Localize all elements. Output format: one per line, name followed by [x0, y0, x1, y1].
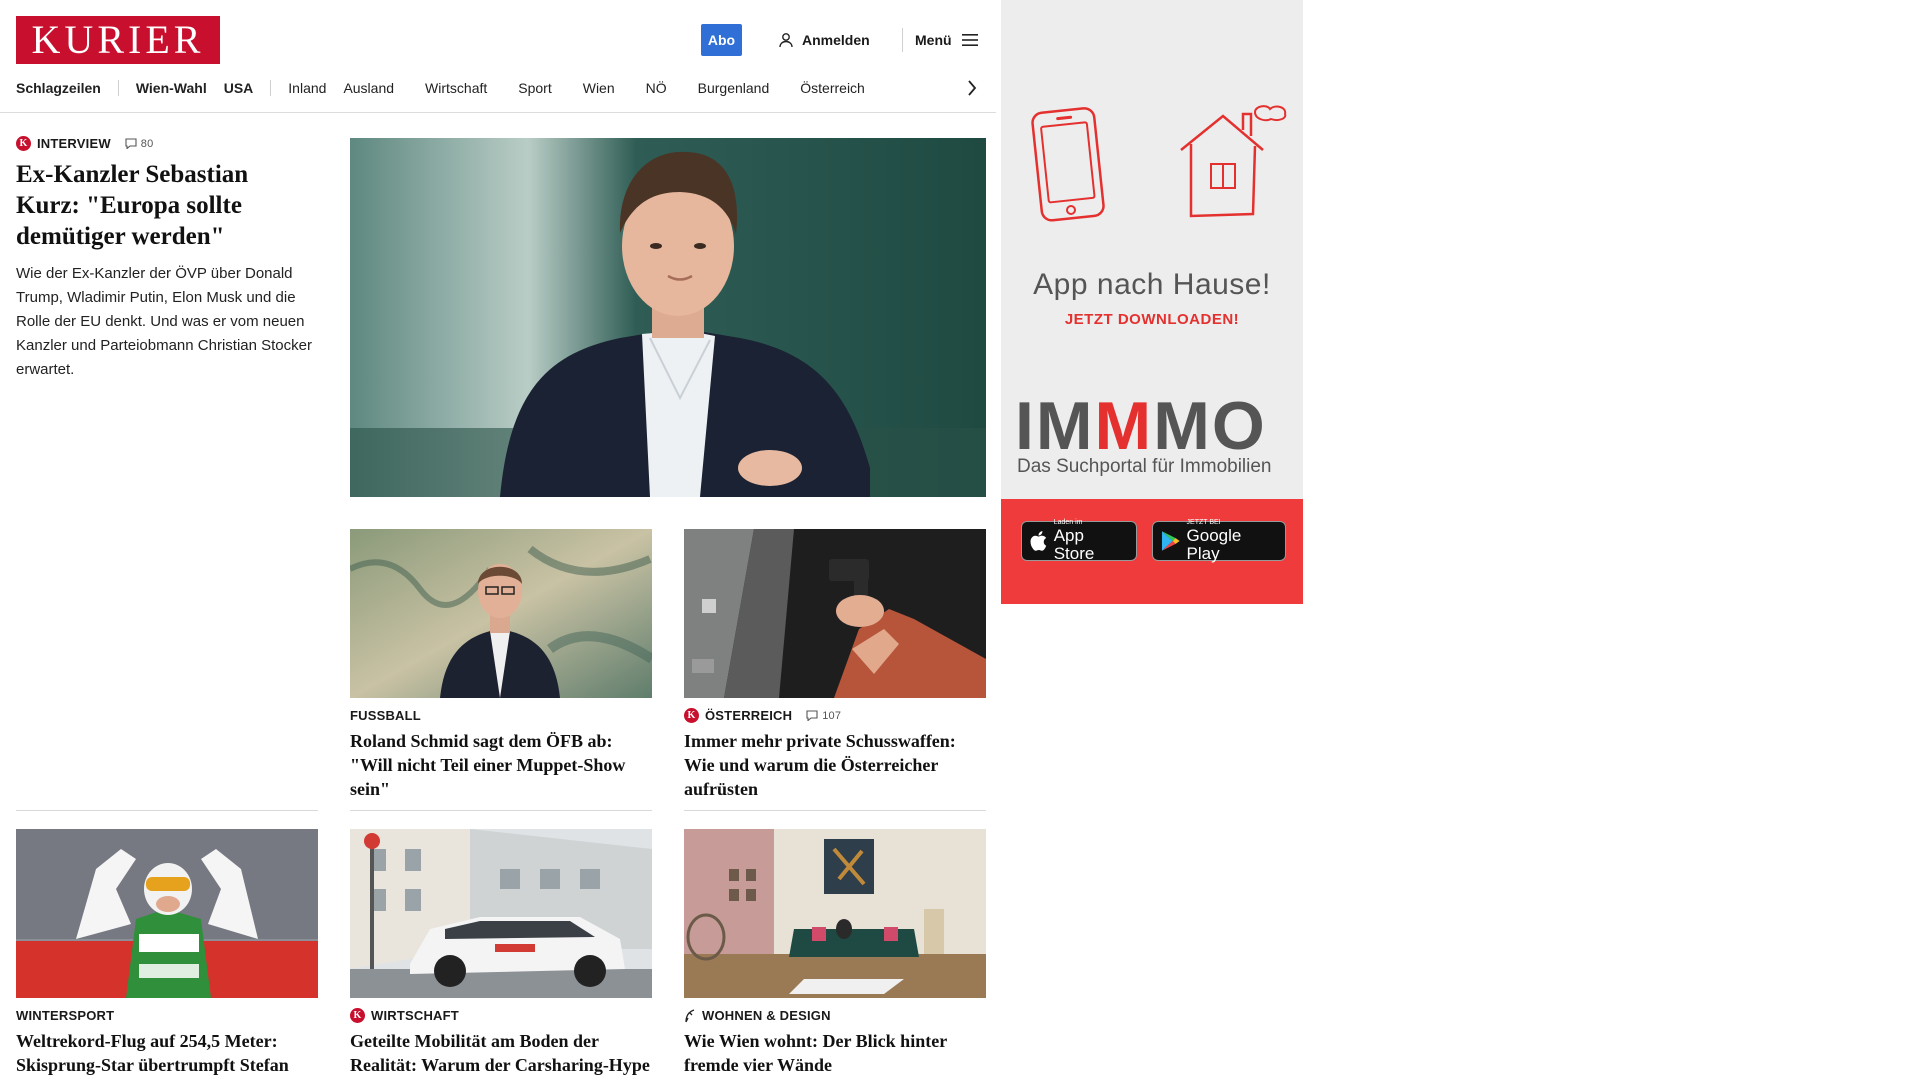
smartphone-icon — [1031, 107, 1105, 222]
site-header: KURIER Abo Anmelden Menü Schlagzeilen Wi… — [0, 0, 996, 113]
ad-title: App nach Hause! — [1033, 268, 1271, 301]
article-headline[interactable]: Geteilte Mobilität am Boden der Realität… — [350, 1029, 652, 1080]
nav-item-burgenland[interactable]: Burgenland — [698, 80, 801, 96]
header-divider — [902, 28, 903, 52]
article-kicker: K WIRTSCHAFT — [350, 1008, 652, 1023]
nav-item-ausland[interactable]: Ausland — [343, 80, 425, 96]
lead-teaser: Wie der Ex-Kanzler der ÖVP über Donald T… — [16, 265, 312, 378]
immmo-logo-accent: M — [1094, 388, 1154, 464]
article-kicker-label: WINTERSPORT — [16, 1008, 115, 1023]
article-kicker-label: WIRTSCHAFT — [371, 1008, 459, 1023]
article-headline[interactable]: Weltrekord-Flug auf 254,5 Meter: Skispru… — [16, 1029, 318, 1080]
article-kicker: WOHNEN & DESIGN — [684, 1008, 986, 1023]
store-badges-band: Laden im App Store JETZT BEI Google Play — [1001, 499, 1303, 604]
portrait-photo — [350, 529, 652, 698]
lead-photo[interactable] — [350, 138, 986, 497]
divider — [16, 810, 318, 811]
kurier-plus-icon: K — [350, 1008, 365, 1023]
lead-kicker-label: INTERVIEW — [37, 136, 111, 151]
nav-item-sport[interactable]: Sport — [518, 80, 582, 96]
apple-icon — [1030, 531, 1047, 551]
article-image[interactable] — [684, 529, 986, 698]
kurier-plus-icon: K — [16, 136, 31, 151]
lead-headline[interactable]: Ex-Kanzler Sebastian Kurz: "Europa sollt… — [16, 159, 318, 252]
article-card[interactable]: K WIRTSCHAFT Geteilte Mobilität am Boden… — [350, 829, 652, 1080]
comment-icon — [125, 138, 137, 149]
kurier-logo[interactable]: KURIER — [16, 16, 220, 64]
chevron-right-icon — [968, 80, 977, 96]
login-button[interactable]: Anmelden — [778, 28, 870, 52]
comment-icon — [806, 710, 818, 721]
ad-subtitle[interactable]: JETZT DOWNLOADEN! — [1001, 311, 1303, 328]
nav-item-noe[interactable]: NÖ — [646, 80, 698, 96]
nav-item-oesterreich[interactable]: Österreich — [800, 80, 882, 96]
google-play-text: JETZT BEI Google Play — [1187, 519, 1277, 563]
article-card[interactable]: WINTERSPORT Weltrekord-Flug auf 254,5 Me… — [16, 829, 318, 1080]
article-image[interactable] — [16, 829, 318, 998]
menu-button[interactable]: Menü — [915, 28, 978, 52]
google-play-button[interactable]: JETZT BEI Google Play — [1152, 519, 1286, 563]
immmo-logo-part: IM — [1015, 388, 1095, 464]
lead-article[interactable]: K INTERVIEW 80 Ex-Kanzler Sebastian Kurz… — [16, 136, 318, 382]
app-store-button[interactable]: Laden im App Store — [1021, 519, 1137, 563]
login-label: Anmelden — [802, 32, 870, 48]
ski-jumper-photo — [16, 829, 318, 998]
carsharing-car-photo — [350, 829, 652, 998]
portrait-photo — [350, 138, 986, 497]
article-card[interactable]: FUSSBALL Roland Schmid sagt dem ÖFB ab: … — [350, 529, 652, 801]
nav-divider — [270, 80, 272, 96]
app-store-text: Laden im App Store — [1054, 519, 1128, 563]
hamburger-icon — [961, 34, 978, 46]
immmo-logo-part: MO — [1153, 388, 1267, 464]
living-room-photo — [684, 829, 986, 998]
google-play-icon — [1161, 531, 1180, 551]
divider — [350, 810, 652, 811]
article-image[interactable] — [684, 829, 986, 998]
article-kicker: K ÖSTERREICH 107 — [684, 708, 986, 723]
shooting-range-photo — [684, 529, 986, 698]
immmo-tagline: Das Suchportal für Immobilien — [1017, 456, 1272, 477]
nav-item-schlagzeilen[interactable]: Schlagzeilen — [16, 80, 118, 96]
article-card[interactable]: K ÖSTERREICH 107 Immer mehr private Schu… — [684, 529, 986, 801]
user-icon — [779, 33, 793, 48]
article-kicker-label: WOHNEN & DESIGN — [702, 1008, 831, 1023]
comment-count[interactable]: 107 — [806, 710, 841, 722]
article-card[interactable]: WOHNEN & DESIGN Wie Wien wohnt: Der Blic… — [684, 829, 986, 1077]
article-headline[interactable]: Immer mehr private Schusswaffen: Wie und… — [684, 729, 986, 801]
immmo-logo: IMMMO — [1015, 392, 1267, 460]
comment-count-value: 107 — [822, 709, 842, 722]
feather-pen-icon — [685, 1008, 695, 1022]
article-image[interactable] — [350, 529, 652, 698]
article-kicker-label: FUSSBALL — [350, 708, 421, 723]
article-kicker-label: ÖSTERREICH — [705, 708, 793, 723]
nav-item-wien[interactable]: Wien — [583, 80, 646, 96]
menu-label: Menü — [915, 32, 952, 48]
app-store-big: App Store — [1053, 526, 1095, 563]
house-icon — [1180, 105, 1287, 218]
divider — [684, 810, 986, 811]
article-kicker: FUSSBALL — [350, 708, 652, 723]
kurier-plus-icon: K — [684, 708, 699, 723]
abo-button[interactable]: Abo — [701, 24, 742, 56]
nav-scroll-right-button[interactable] — [960, 76, 984, 100]
nav-divider — [117, 80, 119, 96]
comment-count[interactable]: 80 — [125, 138, 154, 150]
nav-item-inland[interactable]: Inland — [288, 80, 343, 96]
nav-item-wien-wahl[interactable]: Wien-Wahl — [136, 80, 224, 96]
nav-item-usa[interactable]: USA — [224, 80, 271, 96]
article-image[interactable] — [350, 829, 652, 998]
google-play-big: Google Play — [1186, 526, 1242, 563]
lead-kicker: K INTERVIEW 80 — [16, 136, 318, 151]
section-nav: Schlagzeilen Wien-Wahl USA Inland Auslan… — [16, 76, 986, 100]
article-kicker: WINTERSPORT — [16, 1008, 318, 1023]
article-headline[interactable]: Wie Wien wohnt: Der Blick hinter fremde … — [684, 1029, 986, 1077]
nav-item-wirtschaft[interactable]: Wirtschaft — [425, 80, 518, 96]
comment-count-value: 80 — [140, 137, 154, 150]
article-headline[interactable]: Roland Schmid sagt dem ÖFB ab: "Will nic… — [350, 729, 652, 801]
immmo-advertisement[interactable]: App nach Hause! JETZT DOWNLOADEN! IMMMO … — [1001, 0, 1303, 604]
